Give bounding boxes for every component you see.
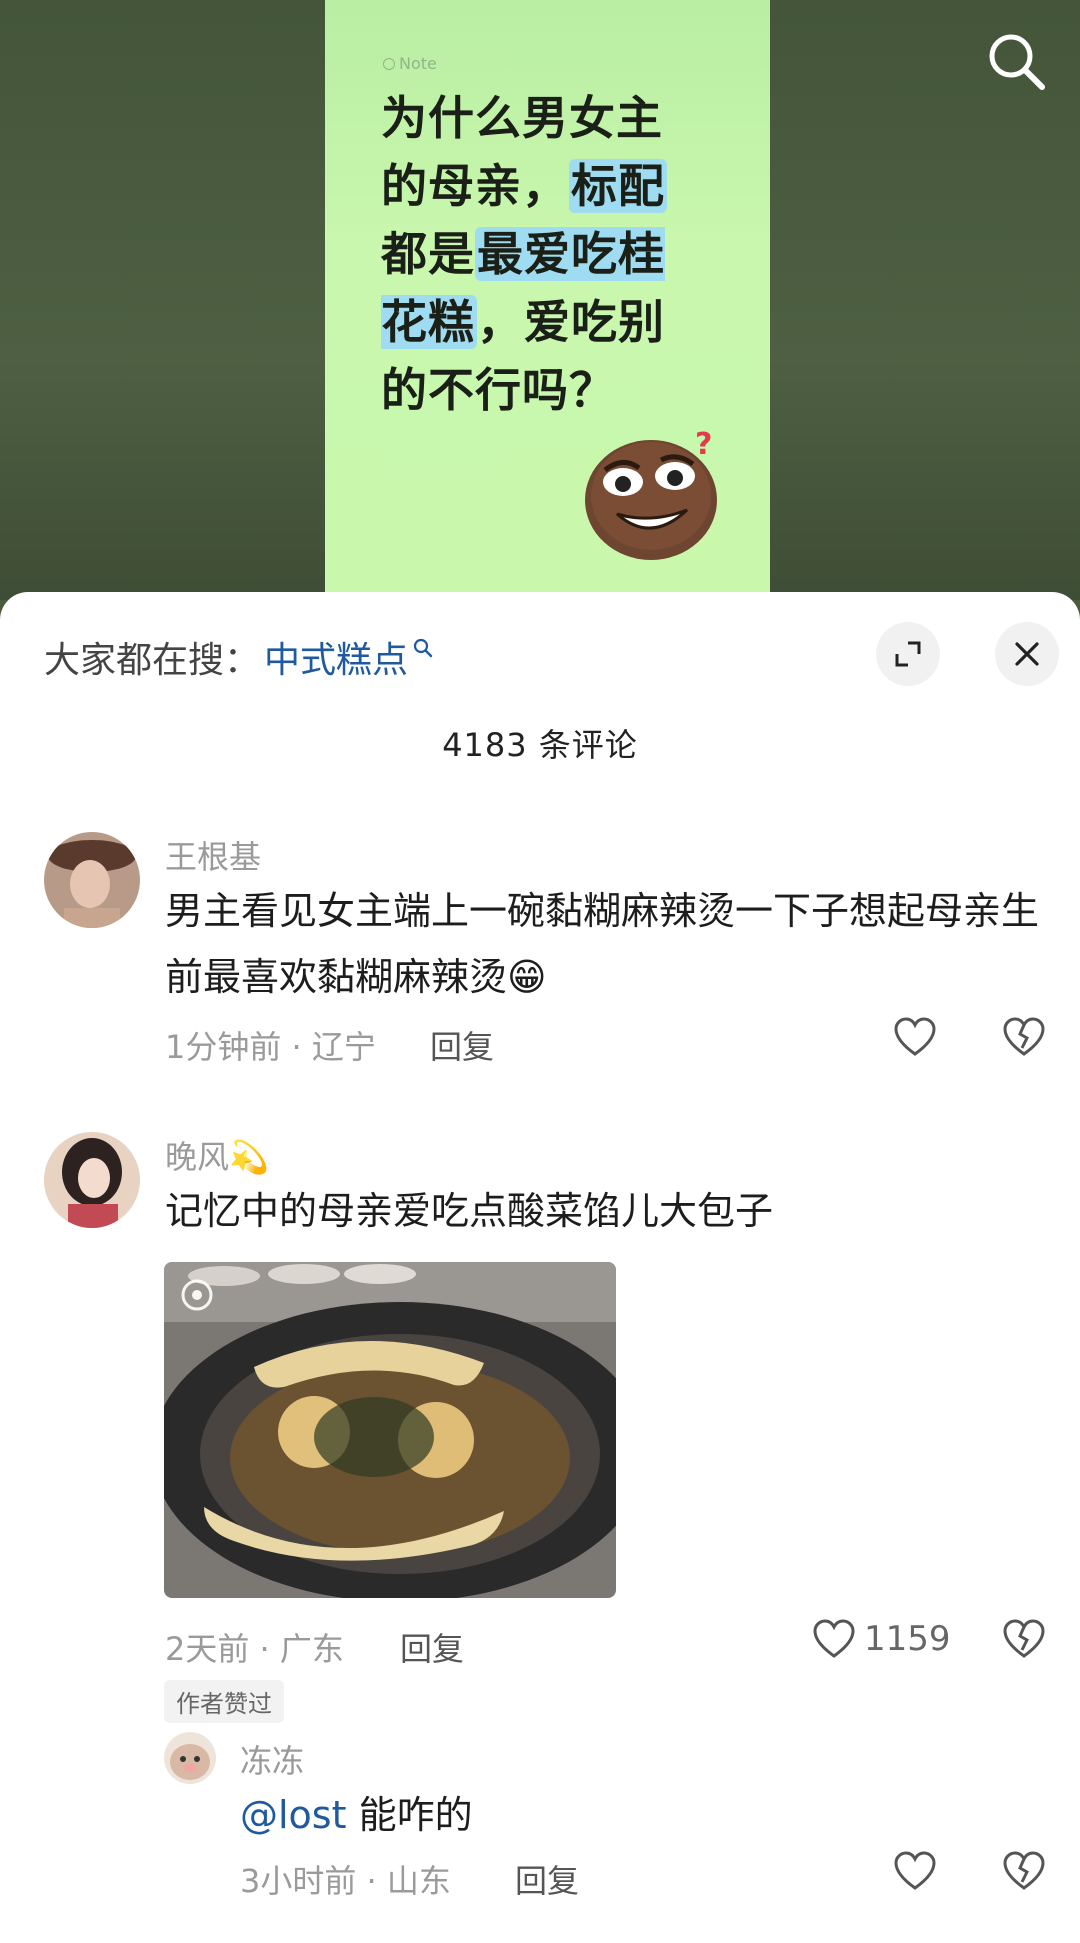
reply-button[interactable]: 回复 <box>515 1856 579 1902</box>
comment-photo[interactable] <box>164 1262 616 1598</box>
heart-icon <box>894 1851 936 1890</box>
hot-search-prefix: 大家都在搜： <box>44 640 261 681</box>
heart-icon <box>894 1017 936 1056</box>
reply-text: 能咋的 <box>346 1793 473 1837</box>
avatar[interactable] <box>164 1732 216 1784</box>
comment-text: @lost 能咋的 <box>240 1782 1040 1848</box>
heart-icon <box>813 1619 855 1658</box>
like-button[interactable] <box>893 1850 945 1892</box>
comment-count: 4183 条评论 <box>442 726 638 764</box>
username[interactable]: 王根基 <box>165 832 261 878</box>
mention-link[interactable]: @lost <box>240 1793 347 1837</box>
comment-meta: 2天前 · 广东 <box>165 1630 344 1668</box>
comment-sheet: 大家都在搜： 中式糕点 4183 条评论 王根基 男主看见女主端上一碗黏糊麻辣烫… <box>0 592 1080 1943</box>
username[interactable]: 冻冻 <box>240 1736 304 1782</box>
like-count: 1159 <box>864 1619 951 1659</box>
expand-icon <box>895 641 921 667</box>
username[interactable]: 晚风💫 <box>165 1132 269 1178</box>
note-dot-icon <box>383 57 395 70</box>
comment-text: 男主看见女主端上一碗黏糊麻辣烫一下子想起母亲生前最喜欢黏糊麻辣烫😁 <box>165 889 1040 999</box>
dislike-icon[interactable] <box>1002 1850 1046 1892</box>
hot-search-bar[interactable]: 大家都在搜： 中式糕点 <box>44 632 434 682</box>
svg-text:?: ? <box>695 430 712 462</box>
note-tag: Note <box>383 54 437 73</box>
reply-button[interactable]: 回复 <box>430 1022 494 1068</box>
food-photo <box>164 1262 616 1598</box>
thinking-face-icon: ? <box>585 430 717 560</box>
avatar[interactable] <box>44 832 140 928</box>
note-title: 为什么男女主的母亲，标配都是最爱吃桂花糕，爱吃别的不行吗？ <box>381 84 681 424</box>
close-icon <box>1015 642 1039 666</box>
note-card: Note 为什么男女主的母亲，标配都是最爱吃桂花糕，爱吃别的不行吗？ ? <box>325 0 770 600</box>
dislike-icon[interactable] <box>1002 1016 1046 1058</box>
comment-text: 记忆中的母亲爱吃点酸菜馅儿大包子 <box>165 1189 774 1233</box>
comment-meta: 1分钟前 · 辽宁 <box>165 1028 376 1066</box>
expand-button[interactable] <box>876 622 940 686</box>
like-button[interactable]: 1159 <box>812 1618 951 1660</box>
note-title-segment: 都是 <box>381 227 475 281</box>
comment-meta: 3小时前 · 山东 <box>240 1862 451 1900</box>
dislike-icon[interactable] <box>1002 1618 1046 1660</box>
note-title-highlight: 标配 <box>569 159 667 213</box>
reply-button[interactable]: 回复 <box>400 1624 464 1670</box>
avatar[interactable] <box>44 1132 140 1228</box>
close-button[interactable] <box>995 622 1059 686</box>
note-tag-label: Note <box>399 54 437 73</box>
hot-search-keyword[interactable]: 中式糕点 <box>264 631 408 683</box>
like-button[interactable] <box>893 1016 945 1058</box>
author-liked-badge: 作者赞过 <box>164 1680 284 1723</box>
video-background[interactable]: Note 为什么男女主的母亲，标配都是最爱吃桂花糕，爱吃别的不行吗？ ? <box>0 0 1080 600</box>
small-search-icon <box>413 638 433 658</box>
search-icon[interactable] <box>985 30 1047 92</box>
